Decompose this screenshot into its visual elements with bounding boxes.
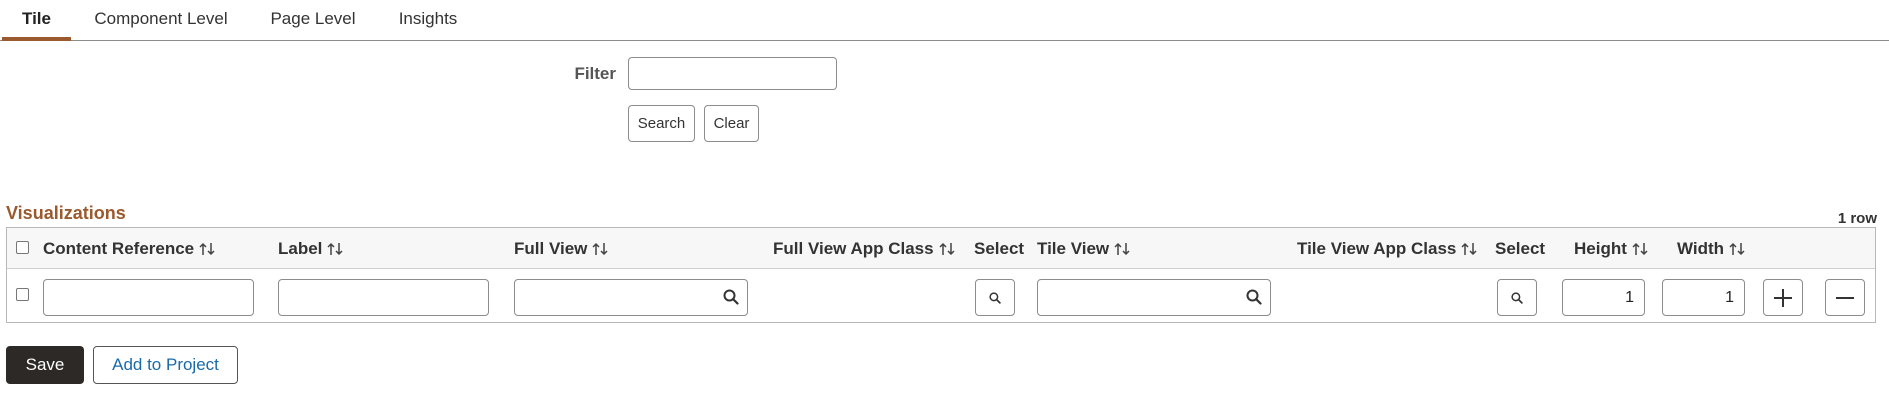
row-checkbox[interactable]	[16, 288, 29, 301]
tile-view-input[interactable]	[1037, 279, 1271, 316]
tile-view-app-class-lookup-button[interactable]	[1497, 279, 1537, 316]
delete-row-button[interactable]	[1825, 279, 1865, 316]
add-to-project-button[interactable]: Add to Project	[93, 346, 238, 384]
save-button[interactable]: Save	[6, 346, 84, 384]
column-header-select-full: Select	[974, 239, 1025, 258]
content-reference-input[interactable]	[43, 279, 254, 316]
column-header-content-reference[interactable]: Content Reference	[43, 239, 215, 261]
tab-tile[interactable]: Tile	[2, 0, 71, 41]
sort-icon[interactable]	[592, 241, 608, 261]
grid-header: Content Reference Label Full View Full V…	[7, 228, 1875, 269]
search-icon[interactable]	[723, 289, 739, 310]
column-header-height[interactable]: Height	[1574, 239, 1648, 261]
column-header-label: Width	[1677, 239, 1725, 258]
sort-icon[interactable]	[939, 241, 955, 261]
visualizations-grid: Content Reference Label Full View Full V…	[6, 227, 1876, 323]
column-header-label: Content Reference	[43, 239, 195, 258]
filter-label: Filter	[574, 64, 616, 83]
column-header-label: Height	[1574, 239, 1627, 258]
minus-icon	[1836, 296, 1854, 299]
column-header-full-view-app-class[interactable]: Full View App Class	[773, 239, 955, 261]
height-input[interactable]: 1	[1562, 279, 1645, 316]
clear-button[interactable]: Clear	[704, 105, 759, 142]
sort-icon[interactable]	[1461, 241, 1477, 261]
column-header-label-col[interactable]: Label	[278, 239, 343, 261]
row-count: 1 row	[1837, 210, 1877, 227]
tab-page-level[interactable]: Page Level	[263, 0, 363, 40]
grid-title: Visualizations	[6, 203, 126, 223]
search-icon	[989, 291, 1001, 304]
search-icon[interactable]	[1246, 289, 1262, 310]
select-all-checkbox[interactable]	[16, 241, 29, 254]
search-button[interactable]: Search	[628, 105, 695, 142]
column-header-tile-view[interactable]: Tile View	[1037, 239, 1130, 261]
tab-bar: Tile Component Level Page Level Insights	[0, 0, 1889, 41]
add-row-button[interactable]	[1763, 279, 1803, 316]
column-header-label: Tile View	[1037, 239, 1110, 258]
label-input[interactable]	[278, 279, 489, 316]
sort-icon[interactable]	[199, 241, 215, 261]
search-icon	[1511, 291, 1523, 304]
tab-insights[interactable]: Insights	[390, 0, 466, 40]
column-header-width[interactable]: Width	[1677, 239, 1745, 261]
column-header-full-view[interactable]: Full View	[514, 239, 608, 261]
plus-icon	[1774, 288, 1792, 307]
column-header-label: Label	[278, 239, 323, 258]
sort-icon[interactable]	[1729, 241, 1745, 261]
sort-icon[interactable]	[1632, 241, 1648, 261]
sort-icon[interactable]	[1114, 241, 1130, 261]
column-header-tile-view-app-class[interactable]: Tile View App Class	[1297, 239, 1477, 261]
column-header-label: Full View App Class	[773, 239, 934, 258]
tab-component-level[interactable]: Component Level	[86, 0, 236, 40]
column-header-select-tile: Select	[1495, 239, 1546, 258]
column-header-label: Full View	[514, 239, 588, 258]
full-view-app-class-lookup-button[interactable]	[975, 279, 1015, 316]
full-view-input[interactable]	[514, 279, 748, 316]
column-header-label: Tile View App Class	[1297, 239, 1457, 258]
width-input[interactable]: 1	[1662, 279, 1745, 316]
sort-icon[interactable]	[327, 241, 343, 261]
filter-input[interactable]	[628, 57, 837, 90]
